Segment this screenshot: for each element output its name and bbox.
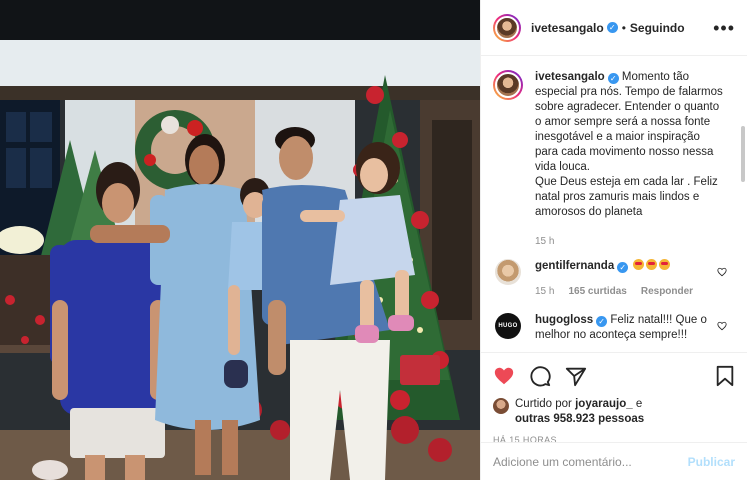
- more-icon[interactable]: •••: [713, 19, 735, 37]
- comment-like-icon[interactable]: [717, 267, 727, 277]
- action-icons: [493, 361, 735, 391]
- comments-scrollbar[interactable]: [741, 126, 745, 182]
- caption-meta: 15 h: [535, 234, 725, 249]
- caption-avatar[interactable]: [493, 70, 523, 100]
- verified-icon: ✓: [607, 73, 619, 84]
- caption-body: ivetesangalo ✓ Momento tão especial pra n…: [535, 70, 725, 249]
- separator-dot: •: [621, 20, 626, 35]
- verified-icon: ✓: [617, 262, 629, 273]
- comment-item: HUGO GLOSS hugogloss ✓ Feliz natal!!! Que…: [493, 313, 735, 352]
- caption: ivetesangalo ✓ Momento tão especial pra n…: [493, 70, 735, 249]
- save-icon[interactable]: [715, 365, 735, 387]
- publish-button[interactable]: Publicar: [688, 455, 735, 469]
- likes-text: Curtido por joyaraujo_ e outras 958.923 …: [515, 397, 644, 427]
- comment-avatar[interactable]: HUGO GLOSS: [495, 313, 521, 352]
- comment-username[interactable]: gentilfernanda: [535, 260, 614, 272]
- likes-summary: Curtido por joyaraujo_ e outras 958.923 …: [493, 397, 735, 427]
- like-heart-icon[interactable]: [493, 365, 515, 387]
- family-christmas-photo: [0, 0, 480, 480]
- post-photo[interactable]: [0, 0, 480, 480]
- caption-text: Momento tão especial pra nós. Tempo de f…: [535, 71, 723, 173]
- instagram-post: ivetesangalo ✓ • Seguindo ••• ivetesanga…: [0, 0, 747, 480]
- reply-button[interactable]: Responder: [641, 284, 693, 299]
- comment-username[interactable]: hugogloss: [535, 314, 593, 326]
- author-avatar[interactable]: [493, 13, 521, 42]
- caption-username[interactable]: ivetesangalo: [535, 71, 605, 83]
- heart-eyes-emoji-icon: [646, 259, 658, 270]
- verified-icon: ✓: [596, 316, 608, 327]
- heart-eyes-emoji-icon: [633, 259, 645, 270]
- comment-time[interactable]: 15 h: [535, 284, 554, 299]
- likes-others[interactable]: outras 958.923 pessoas: [515, 413, 644, 425]
- liker-username[interactable]: joyaraujo_: [575, 398, 633, 410]
- comment-like-icon[interactable]: [717, 321, 727, 331]
- share-icon[interactable]: [565, 365, 587, 387]
- comment-meta: 15 h 165 curtidas Responder: [535, 284, 725, 299]
- heart-eyes-emoji-icon: [659, 259, 671, 270]
- add-comment-bar: Publicar: [481, 442, 747, 480]
- caption-text-2: Que Deus esteja em cada lar . Feliz nata…: [535, 176, 718, 218]
- caption-time[interactable]: 15 h: [535, 234, 554, 249]
- comments-list[interactable]: ivetesangalo ✓ Momento tão especial pra n…: [481, 56, 747, 352]
- comment-icon[interactable]: [529, 365, 551, 387]
- likes-prefix: Curtido por: [515, 398, 572, 410]
- comment-likes[interactable]: 165 curtidas: [568, 284, 626, 299]
- following-button[interactable]: Seguindo: [630, 21, 685, 35]
- comment-avatar[interactable]: [495, 259, 521, 285]
- likes-conj: e: [635, 398, 643, 410]
- verified-icon: ✓: [606, 22, 618, 33]
- comment-body: hugogloss ✓ Feliz natal!!! Que o melhor n…: [535, 313, 725, 343]
- author-username[interactable]: ivetesangalo: [531, 21, 604, 35]
- comment-body: gentilfernanda ✓ 15 h 165 curtidas Respon…: [535, 259, 725, 299]
- liker-avatar[interactable]: [493, 398, 509, 414]
- comment-item: gentilfernanda ✓ 15 h 165 curtidas Respon…: [493, 259, 735, 299]
- comment-input[interactable]: [493, 454, 688, 469]
- post-header: ivetesangalo ✓ • Seguindo •••: [481, 0, 747, 56]
- post-side-panel: ivetesangalo ✓ • Seguindo ••• ivetesanga…: [480, 0, 747, 480]
